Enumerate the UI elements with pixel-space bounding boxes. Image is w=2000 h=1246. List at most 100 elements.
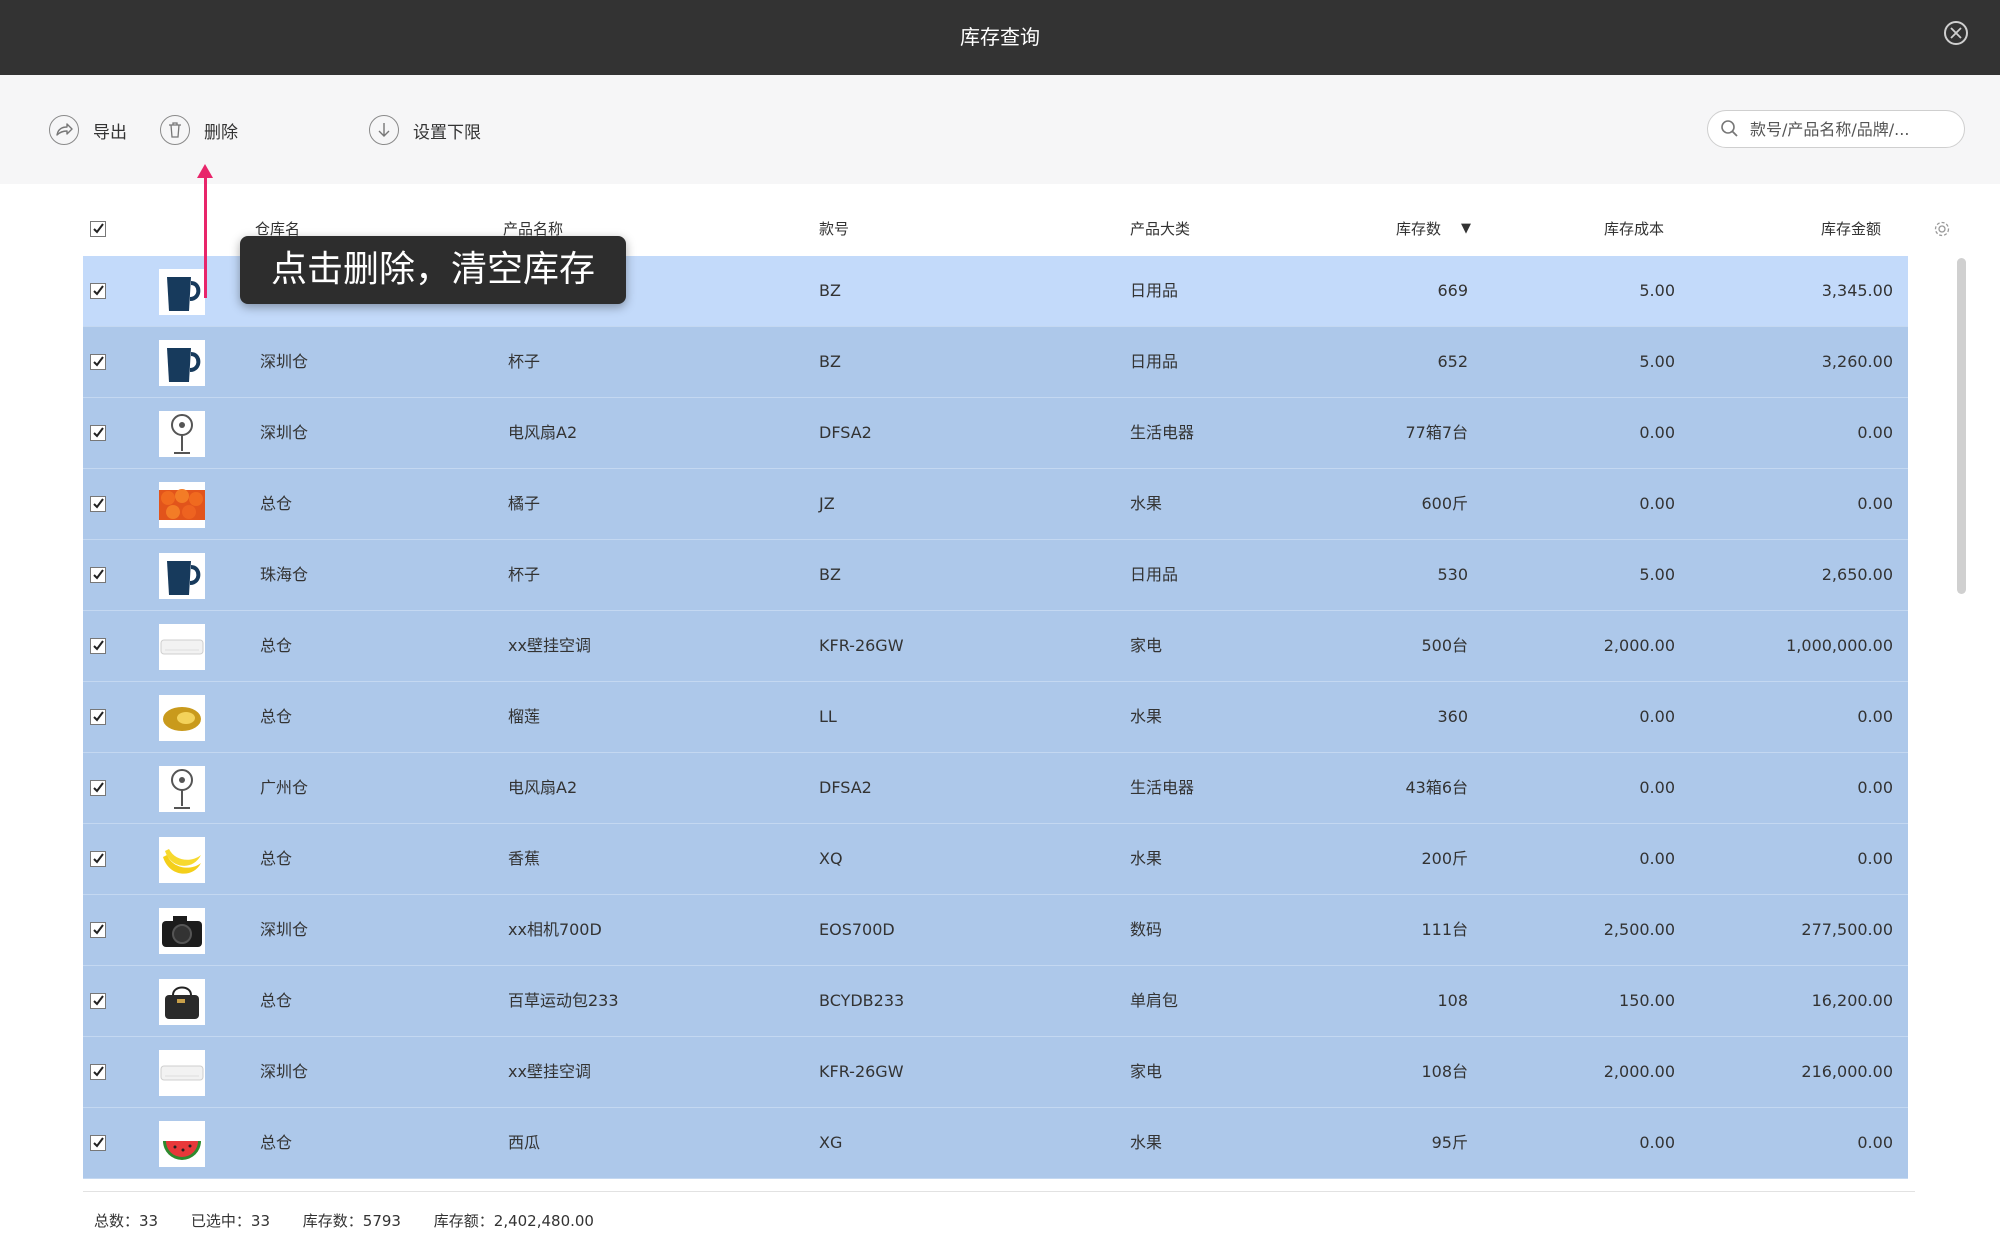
- cell-amount: 0.00: [1857, 423, 1893, 442]
- cell-warehouse: 广州仓: [260, 778, 309, 797]
- cell-qty: 108台: [1421, 1062, 1468, 1081]
- cell-cost: 0.00: [1639, 423, 1675, 442]
- header-amount[interactable]: 库存金额: [1821, 204, 1881, 254]
- row-checkbox[interactable]: [90, 354, 106, 370]
- cell-qty: 360: [1437, 707, 1468, 726]
- cell-style: XG: [819, 1133, 843, 1152]
- table-row[interactable]: 深圳仓 xx壁挂空调 KFR-26GW 家电 108台 2,000.00 216,000.0…: [83, 1037, 1908, 1108]
- table-row[interactable]: 总仓 榴莲 LL 水果 360 0.00 0.00: [83, 682, 1908, 753]
- cell-cost: 2,000.00: [1603, 636, 1675, 655]
- header-qty[interactable]: 库存数: [1396, 204, 1441, 254]
- select-all-checkbox[interactable]: [90, 221, 106, 237]
- mug-thumbnail: [159, 553, 205, 599]
- cell-qty: 95斤: [1431, 1133, 1468, 1152]
- row-checkbox[interactable]: [90, 993, 106, 1009]
- cell-amount: 277,500.00: [1801, 920, 1893, 939]
- export-button[interactable]: 导出: [49, 113, 127, 147]
- table-row[interactable]: 总仓 xx壁挂空调 KFR-26GW 家电 500台 2,000.00 1,000,000.…: [83, 611, 1908, 682]
- gear-icon[interactable]: [1933, 204, 1951, 254]
- row-checkbox[interactable]: [90, 496, 106, 512]
- row-checkbox[interactable]: [90, 922, 106, 938]
- stock-amount-total: 库存额：2,402,480.00: [433, 1212, 594, 1230]
- cell-style: BZ: [819, 352, 841, 371]
- table-row[interactable]: 总仓 西瓜 XG 水果 95斤 0.00 0.00: [83, 1108, 1908, 1179]
- cell-cost: 0.00: [1639, 707, 1675, 726]
- cell-category: 家电: [1130, 1062, 1163, 1081]
- table-row[interactable]: 深圳仓 杯子 BZ 日用品 652 5.00 3,260.00: [83, 327, 1908, 398]
- set-lower-limit-button[interactable]: 设置下限: [369, 113, 481, 147]
- row-checkbox[interactable]: [90, 780, 106, 796]
- cell-category: 水果: [1130, 494, 1163, 513]
- search-box[interactable]: [1707, 110, 1965, 148]
- cell-warehouse: 深圳仓: [260, 352, 309, 371]
- header-style[interactable]: 款号: [819, 204, 849, 254]
- window-title: 库存查询: [960, 25, 1040, 49]
- table-row[interactable]: 总仓 百草运动包233 BCYDB233 单肩包 108 150.00 16,200.00: [83, 966, 1908, 1037]
- cell-warehouse: 总仓: [260, 494, 293, 513]
- ac-thumbnail: [159, 1050, 205, 1096]
- table-row[interactable]: 广州仓 电风扇A2 DFSA2 生活电器 43箱6台 0.00 0.00: [83, 753, 1908, 824]
- table-row[interactable]: 深圳仓 电风扇A2 DFSA2 生活电器 77箱7台 0.00 0.00: [83, 398, 1908, 469]
- camera-thumbnail: [159, 908, 205, 954]
- cell-style: BZ: [819, 281, 841, 300]
- row-checkbox[interactable]: [90, 851, 106, 867]
- cell-style: DFSA2: [819, 778, 872, 797]
- cell-amount: 2,650.00: [1821, 565, 1893, 584]
- cell-cost: 150.00: [1619, 991, 1675, 1010]
- row-checkbox[interactable]: [90, 709, 106, 725]
- cell-product: 电风扇A2: [508, 778, 578, 797]
- cell-product: xx相机700D: [508, 920, 602, 939]
- cell-qty: 530: [1437, 565, 1468, 584]
- cell-cost: 5.00: [1639, 281, 1675, 300]
- row-checkbox[interactable]: [90, 1064, 106, 1080]
- cell-warehouse: 深圳仓: [260, 423, 309, 442]
- cell-product: 杯子: [508, 565, 541, 584]
- cell-style: DFSA2: [819, 423, 872, 442]
- footer-divider: [83, 1191, 1915, 1192]
- close-icon[interactable]: [1944, 21, 1968, 45]
- row-checkbox[interactable]: [90, 567, 106, 583]
- row-checkbox[interactable]: [90, 638, 106, 654]
- row-checkbox[interactable]: [90, 1135, 106, 1151]
- sort-desc-icon[interactable]: ▼: [1461, 204, 1471, 254]
- cell-amount: 0.00: [1857, 778, 1893, 797]
- cell-product: 西瓜: [508, 1133, 541, 1152]
- cell-qty: 77箱7台: [1405, 423, 1468, 442]
- cell-warehouse: 珠海仓: [260, 565, 309, 584]
- row-checkbox[interactable]: [90, 283, 106, 299]
- header-category[interactable]: 产品大类: [1130, 204, 1190, 254]
- cell-qty: 43箱6台: [1405, 778, 1468, 797]
- fan-thumbnail: [159, 766, 205, 812]
- cell-cost: 0.00: [1639, 494, 1675, 513]
- table-row[interactable]: 深圳仓 xx相机700D EOS700D 数码 111台 2,500.00 277,500.…: [83, 895, 1908, 966]
- table-row[interactable]: 总仓 香蕉 XQ 水果 200斤 0.00 0.00: [83, 824, 1908, 895]
- fan-thumbnail: [159, 411, 205, 457]
- cell-amount: 16,200.00: [1811, 991, 1893, 1010]
- vertical-scrollbar[interactable]: [1957, 258, 1966, 594]
- table-row[interactable]: 总仓 橘子 JZ 水果 600斤 0.00 0.00: [83, 469, 1908, 540]
- table-row[interactable]: 珠海仓 杯子 BZ 日用品 530 5.00 2,650.00: [83, 540, 1908, 611]
- delete-label: 删除: [204, 122, 238, 143]
- cell-category: 单肩包: [1130, 991, 1179, 1010]
- delete-button[interactable]: 删除: [160, 113, 238, 147]
- cell-category: 水果: [1130, 707, 1163, 726]
- cell-product: 百草运动包233: [508, 991, 619, 1010]
- search-icon: [1721, 120, 1738, 137]
- total-count: 总数：33: [94, 1212, 159, 1230]
- orange-thumbnail: [159, 482, 205, 528]
- cell-qty: 652: [1437, 352, 1468, 371]
- cell-product: xx壁挂空调: [508, 636, 591, 655]
- cell-cost: 2,500.00: [1603, 920, 1675, 939]
- title-bar: 库存查询: [0, 0, 2000, 75]
- cell-cost: 0.00: [1639, 1133, 1675, 1152]
- bag-thumbnail: [159, 979, 205, 1025]
- header-cost[interactable]: 库存成本: [1604, 204, 1664, 254]
- stock-qty-total: 库存数：5793: [302, 1212, 401, 1230]
- search-input[interactable]: [1748, 118, 1952, 140]
- cell-product: 电风扇A2: [508, 423, 578, 442]
- cell-cost: 5.00: [1639, 565, 1675, 584]
- row-checkbox[interactable]: [90, 425, 106, 441]
- cell-qty: 200斤: [1421, 849, 1468, 868]
- cell-style: KFR-26GW: [819, 1062, 904, 1081]
- cell-style: BCYDB233: [819, 991, 905, 1010]
